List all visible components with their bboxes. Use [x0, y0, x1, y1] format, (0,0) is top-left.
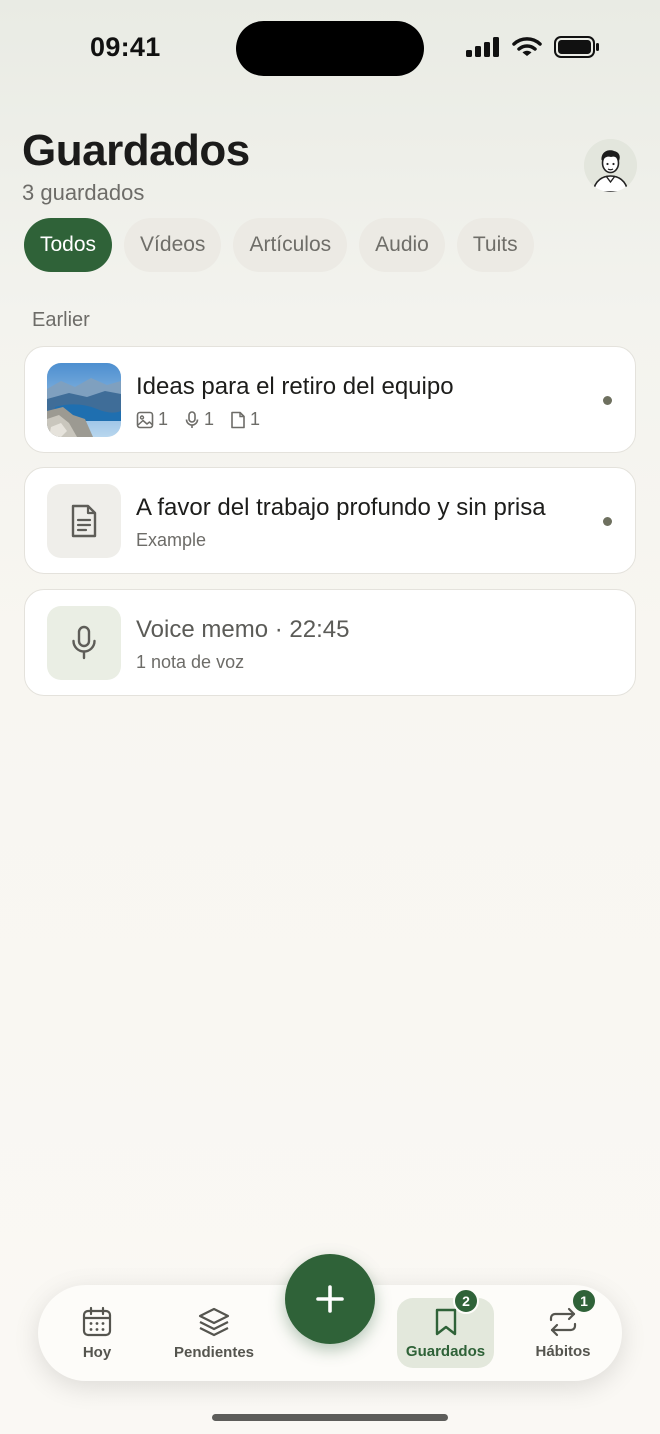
status-time: 09:41 — [90, 32, 161, 62]
tab-guardados[interactable]: Guardados — [397, 1298, 494, 1368]
image-icon — [136, 411, 154, 428]
item-title: Ideas para el retiro del equipo — [136, 373, 454, 400]
home-indicator[interactable] — [212, 1414, 448, 1421]
layers-icon — [198, 1307, 230, 1336]
page-title: Guardados — [22, 126, 250, 175]
image-count-value: 1 — [158, 409, 169, 429]
filter-chips: Todos Vídeos Artículos Audio Tuits — [24, 218, 534, 272]
tab-pendientes[interactable]: Pendientes — [166, 1285, 262, 1381]
doc-count-value: 1 — [250, 409, 261, 429]
filter-todos[interactable]: Todos — [24, 218, 113, 272]
landscape-photo — [47, 363, 121, 437]
voice-thumbnail — [47, 606, 121, 680]
filter-tuits[interactable]: Tuits — [456, 218, 534, 272]
tab-label: Hábitos — [535, 1342, 591, 1360]
plus-icon — [316, 1285, 344, 1313]
cellular-signal-icon — [466, 37, 499, 57]
image-count: 1 — [136, 409, 168, 430]
page-subtitle: 3 guardados — [22, 180, 145, 205]
avatar[interactable] — [584, 139, 637, 192]
add-button[interactable] — [285, 1254, 375, 1344]
microphone-icon — [185, 410, 199, 428]
calendar-icon — [82, 1306, 112, 1336]
voice-count: 1 — [184, 409, 214, 430]
dynamic-island — [236, 21, 424, 76]
item-meta: 1 1 1 — [136, 409, 270, 430]
document-thumbnail — [47, 484, 121, 558]
tab-badge: 2 — [453, 1288, 479, 1314]
filter-articulos[interactable]: Artículos — [233, 218, 348, 272]
wifi-icon — [512, 37, 542, 56]
doc-count: 1 — [230, 409, 260, 430]
tab-badge: 1 — [571, 1288, 597, 1314]
section-label: Earlier — [32, 309, 90, 331]
document-icon — [231, 411, 245, 428]
item-subtitle: 1 nota de voz — [136, 652, 245, 672]
filter-audio[interactable]: Audio — [359, 218, 445, 272]
tab-label: Guardados — [405, 1342, 486, 1360]
item-title: Voice memo · 22:45 — [136, 616, 350, 643]
repeat-icon — [549, 1307, 577, 1336]
bookmark-icon — [435, 1308, 456, 1335]
saved-item-card[interactable]: Voice memo · 22:45 1 nota de voz — [24, 589, 636, 696]
tab-label: Hoy — [82, 1343, 112, 1361]
status-icons — [466, 36, 600, 58]
tab-hoy[interactable]: Hoy — [66, 1285, 128, 1381]
tab-label: Pendientes — [173, 1343, 255, 1361]
unread-dot — [603, 396, 612, 405]
item-title: A favor del trabajo profundo y sin prisa — [136, 494, 546, 521]
voice-count-value: 1 — [204, 409, 215, 429]
saved-item-card[interactable]: Ideas para el retiro del equipo 1 1 1 — [24, 346, 636, 453]
unread-dot — [603, 517, 612, 526]
landscape-photo-thumbnail — [47, 363, 121, 437]
filter-videos[interactable]: Vídeos — [124, 218, 222, 272]
microphone-icon — [72, 625, 96, 660]
user-avatar-icon — [584, 139, 637, 192]
item-subtitle: Example — [136, 530, 207, 550]
status-bar: 09:41 — [0, 0, 660, 100]
battery-icon — [554, 36, 599, 58]
saved-item-card[interactable]: A favor del trabajo profundo y sin prisa… — [24, 467, 636, 574]
document-icon — [71, 504, 97, 538]
